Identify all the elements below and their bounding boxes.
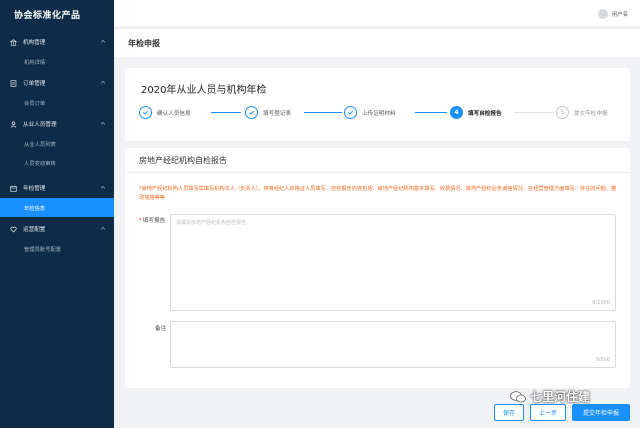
- order-icon: [10, 79, 17, 87]
- check-icon: [344, 106, 357, 119]
- sidebar-group-label: 订单管理: [23, 81, 46, 87]
- chevron-up-icon: [100, 120, 106, 128]
- sidebar-group-staff[interactable]: 从业人员管理: [0, 114, 114, 134]
- sidebar-menu: 机构管理 机构详情 订单管理 会员订单 从业人员管理 从业人员列表 人员变动审核…: [0, 32, 114, 258]
- wechat-icon: [510, 390, 526, 403]
- report-textarea[interactable]: 请填写房地产经纪机构自检报告 0/1000: [170, 214, 616, 311]
- watermark-text: 七里河住建: [530, 390, 591, 404]
- divider: [125, 172, 630, 173]
- brand-title: 协会标准化产品: [14, 10, 81, 21]
- remark-textarea[interactable]: 0/500: [170, 321, 616, 368]
- sidebar-item-member-orders[interactable]: 会员订单: [0, 93, 114, 112]
- step-upload-proof: 上传证明材料: [344, 106, 396, 119]
- step-number: 5: [556, 106, 569, 119]
- chevron-up-icon: [100, 225, 106, 233]
- step-connector: [415, 112, 447, 113]
- report-char-count: 0/1000: [592, 300, 610, 306]
- required-mark: *: [139, 218, 142, 224]
- step-label: 填写自检报告: [468, 110, 502, 117]
- step-label: 填写登记表: [263, 110, 291, 117]
- calendar-icon: [10, 185, 17, 192]
- sidebar-item-staff-list[interactable]: 从业人员列表: [0, 134, 114, 153]
- top-bar: 用户名: [114, 0, 640, 28]
- user-icon: [10, 121, 17, 128]
- watermark: 七里河住建: [510, 388, 590, 405]
- steps-card: 2020年从业人员与机构年检 确认人员信息 填写登记表 上传证明材料 4 填写自…: [125, 68, 630, 141]
- sidebar-group-orders[interactable]: 订单管理: [0, 73, 114, 93]
- sidebar-group-label: 年检管理: [23, 186, 46, 192]
- check-icon: [139, 106, 152, 119]
- step-label: 确认人员信息: [157, 110, 191, 117]
- sidebar-group-inspection[interactable]: 年检管理: [0, 178, 114, 198]
- step-self-report: 4 填写自检报告: [450, 106, 502, 119]
- heart-icon: [10, 226, 17, 233]
- sidebar-item-staff-review[interactable]: 人员变动审核: [0, 153, 114, 172]
- remark-char-count: 0/500: [595, 357, 610, 363]
- step-label: 上传证明材料: [362, 110, 396, 117]
- step-submit: 5 提交年检申报: [556, 106, 608, 119]
- step-connector: [514, 112, 554, 113]
- sidebar-item-admin-config[interactable]: 管理员账号配置: [0, 239, 114, 258]
- step-label: 提交年检申报: [574, 110, 608, 117]
- sidebar-group-ops[interactable]: 运营配置: [0, 219, 114, 239]
- username: 用户名: [611, 12, 628, 18]
- submit-inspection-button[interactable]: 提交年检申报: [572, 404, 630, 421]
- step-connector: [211, 112, 241, 113]
- report-card: 房地产经纪机构自检报告 *房地产经纪机构人员填写需填写机构法人（负责人）、持有经…: [125, 148, 630, 388]
- bank-icon: [10, 38, 17, 46]
- sidebar-item-inspection-info[interactable]: 年检信息: [0, 198, 114, 217]
- sidebar-group-label: 从业人员管理: [23, 122, 57, 128]
- chevron-up-icon: [100, 79, 106, 87]
- sidebar-group-label: 运营配置: [23, 227, 46, 233]
- check-icon: [245, 106, 258, 119]
- user-menu[interactable]: 用户名: [597, 9, 628, 19]
- avatar: [597, 9, 608, 19]
- step-connector: [304, 112, 342, 113]
- sidebar-item-org-detail[interactable]: 机构详情: [0, 52, 114, 71]
- step-confirm-staff: 确认人员信息: [139, 106, 191, 119]
- section-title: 房地产经纪机构自检报告: [139, 156, 227, 165]
- report-label: *填写报告: [139, 216, 165, 224]
- chevron-up-icon: [100, 38, 106, 46]
- step-register-form: 填写登记表: [245, 106, 291, 119]
- page-title: 年检申报: [114, 29, 640, 57]
- save-button[interactable]: 保存: [494, 404, 524, 421]
- remark-label: 备注: [155, 326, 167, 332]
- report-placeholder: 请填写房地产经纪机构自检报告: [176, 220, 247, 226]
- sidebar-group-label: 机构管理: [23, 40, 46, 46]
- report-label-text: 填写报告: [142, 218, 166, 224]
- sidebar-group-org[interactable]: 机构管理: [0, 32, 114, 52]
- sidebar: 协会标准化产品 机构管理 机构详情 订单管理 会员订单 从业人员管理 从业人员列…: [0, 0, 114, 428]
- chevron-up-icon: [100, 184, 106, 192]
- form-title: 2020年从业人员与机构年检: [141, 85, 267, 96]
- prev-step-button[interactable]: 上一步: [530, 404, 566, 421]
- report-notice: *房地产经纪机构人员填写需填写机构法人（负责人）、持有经纪人资格证人员填写、自检…: [139, 186, 617, 201]
- step-number: 4: [450, 106, 463, 119]
